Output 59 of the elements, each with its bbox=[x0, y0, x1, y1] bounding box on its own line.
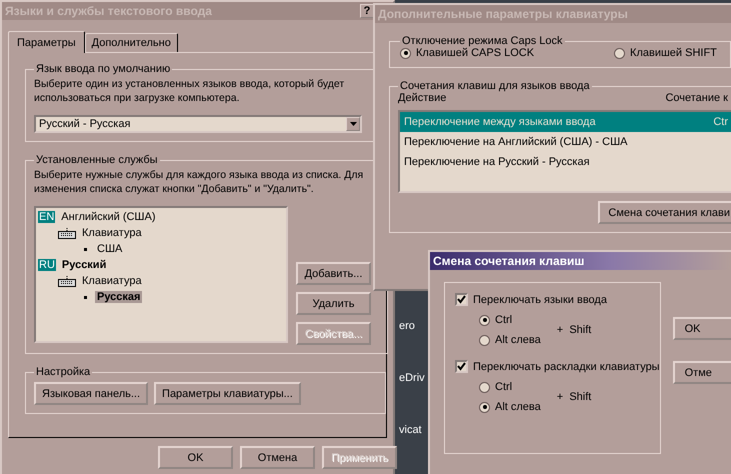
keyboard-icon bbox=[58, 228, 76, 238]
services-tree[interactable]: EN Английский (США) Клавиатура США RU Русский Клавиатура Русская bbox=[34, 206, 288, 343]
radio-label: Alt слева bbox=[495, 401, 541, 413]
dialog-button[interactable]: Удалить bbox=[296, 292, 371, 315]
desktop-icon-label[interactable]: ero bbox=[399, 320, 415, 332]
group-title: Отключение режима Caps Lock bbox=[401, 35, 564, 47]
list-row[interactable]: Переключение на Английский (США) - США bbox=[400, 132, 731, 152]
dialog-button[interactable]: Отме bbox=[672, 361, 731, 384]
description-text: Выберите один из установленных языков ввода, который будет использоваться при загрузке компьютера. bbox=[34, 77, 346, 105]
group-title: Установленные службы bbox=[35, 154, 159, 166]
column-header: Действие bbox=[398, 92, 446, 104]
description-text: Выберите нужные службы для каждого языка ввода из списка. Для изменения списка служат кнопки "Добавить" и "Удалить". bbox=[34, 168, 364, 196]
tree-item[interactable]: Русская bbox=[95, 291, 142, 303]
bullet-icon bbox=[84, 248, 87, 250]
checkbox-label: Переключать раскладки клавиатуры bbox=[473, 360, 660, 372]
desktop-icon-label[interactable]: vicat bbox=[399, 424, 422, 436]
tab[interactable]: Дополнительно bbox=[84, 33, 178, 52]
bullet-icon bbox=[84, 296, 87, 298]
language-badge: EN bbox=[38, 211, 56, 223]
radio-button[interactable] bbox=[479, 314, 490, 326]
tree-item[interactable]: Английский (США) bbox=[59, 211, 158, 223]
radio-button[interactable] bbox=[479, 382, 490, 392]
change-hotkey-button[interactable]: Смена сочетания клави bbox=[598, 201, 731, 224]
tree-item[interactable]: США bbox=[95, 243, 124, 255]
group-title: Сочетания клавиш для языков ввода bbox=[399, 80, 591, 92]
checkbox[interactable] bbox=[455, 360, 468, 373]
list-row[interactable]: Переключение между языками ввода Ctr bbox=[400, 112, 731, 132]
radio-button[interactable] bbox=[400, 48, 411, 58]
dialog-button[interactable]: OK bbox=[672, 317, 731, 340]
checkbox-label: Переключать языки ввода bbox=[473, 294, 607, 306]
tree-item[interactable]: Русский bbox=[60, 259, 108, 271]
column-header: Сочетание к bbox=[665, 92, 728, 104]
list-row[interactable]: Переключение на Русский - Русская bbox=[400, 152, 731, 172]
tree-item[interactable]: Клавиатура bbox=[80, 275, 144, 287]
group-title: Настройка bbox=[35, 366, 92, 378]
group-title: Язык ввода по умолчанию bbox=[35, 63, 172, 75]
desktop-icon-label[interactable]: eDriv bbox=[399, 372, 425, 384]
modifier-label: + Shift bbox=[556, 324, 592, 336]
radio-label: Ctrl bbox=[495, 381, 512, 393]
tree-item[interactable]: Клавиатура bbox=[80, 227, 144, 239]
checkbox[interactable] bbox=[455, 293, 468, 306]
settings-button[interactable]: Языковая панель... bbox=[34, 382, 148, 405]
radio-label: Alt слева bbox=[495, 334, 541, 346]
keyboard-icon bbox=[58, 276, 76, 286]
settings-button[interactable]: Параметры клавиатуры... bbox=[154, 382, 301, 405]
dialog-button[interactable]: OK bbox=[158, 446, 233, 469]
language-badge: RU bbox=[38, 259, 56, 271]
radio-label: Клавишей CAPS LOCK bbox=[416, 47, 534, 59]
window-title: Смена сочетания клавиш bbox=[433, 254, 584, 268]
radio-button[interactable] bbox=[479, 402, 490, 412]
radio-label: Ctrl bbox=[495, 314, 512, 326]
dialog-button[interactable]: Добавить... bbox=[296, 262, 371, 285]
dialog-button[interactable]: Отмена bbox=[240, 446, 315, 469]
radio-button[interactable] bbox=[479, 334, 490, 346]
language-dropdown[interactable]: Русский - Русская bbox=[34, 115, 362, 133]
tab[interactable]: Параметры bbox=[8, 31, 85, 53]
radio-button[interactable] bbox=[614, 48, 626, 58]
radio-label: Клавишей SHIFT bbox=[630, 47, 717, 59]
modifier-label: + Shift bbox=[556, 391, 592, 403]
